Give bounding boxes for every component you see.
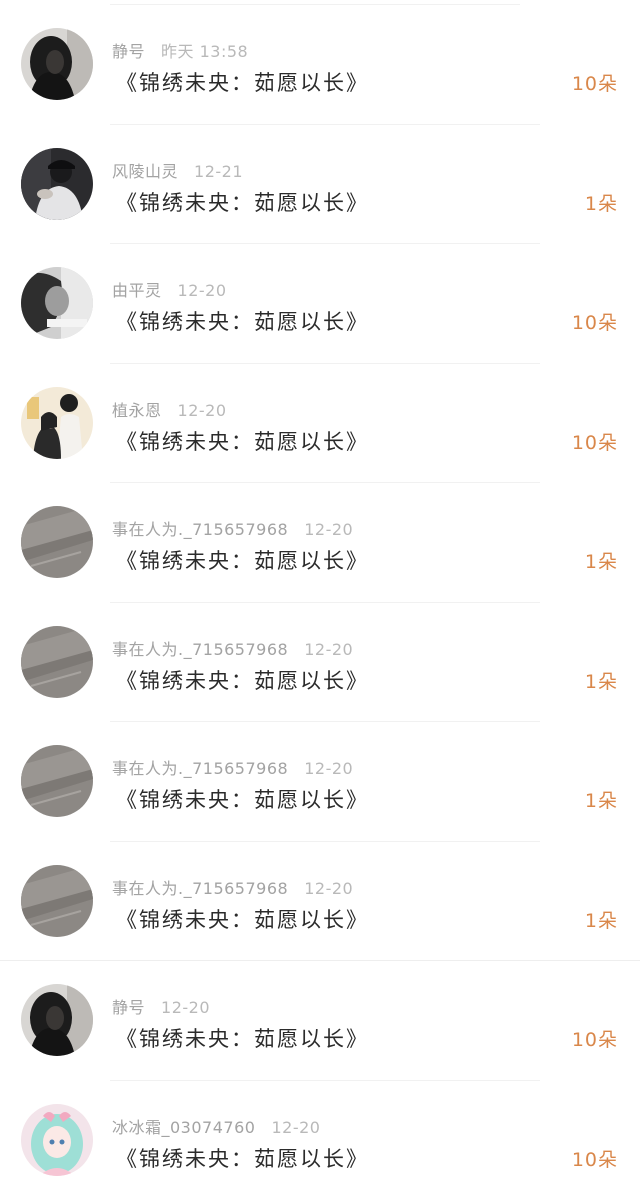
dark-hair-portrait-avatar[interactable] — [21, 984, 93, 1056]
timestamp: 12-20 — [304, 520, 353, 539]
username[interactable]: 植永恩 — [112, 401, 162, 420]
row-meta: 静号 12-20 — [112, 994, 210, 1018]
username[interactable]: 风陵山灵 — [112, 162, 178, 181]
username[interactable]: 事在人为._715657968 — [112, 879, 288, 898]
timestamp: 12-20 — [304, 879, 353, 898]
flower-count: 1朵 — [585, 189, 618, 216]
work-title[interactable]: 《锦绣未央：茹愿以长》 — [116, 1023, 369, 1053]
row-meta: 事在人为._715657968 12-20 — [112, 516, 353, 540]
username[interactable]: 静号 — [112, 998, 145, 1017]
work-title[interactable]: 《锦绣未央：茹愿以长》 — [116, 545, 369, 575]
username[interactable]: 事在人为._715657968 — [112, 640, 288, 659]
timestamp: 12-21 — [194, 162, 243, 181]
list-item[interactable]: 事在人为._715657968 12-20 《锦绣未央：茹愿以长》 1朵 — [0, 483, 640, 603]
flower-count: 1朵 — [585, 786, 618, 813]
username[interactable]: 冰冰霜_03074760 — [112, 1118, 255, 1137]
username[interactable]: 事在人为._715657968 — [112, 520, 288, 539]
illustrated-couple-avatar[interactable] — [21, 387, 93, 459]
timestamp: 12-20 — [271, 1118, 320, 1137]
work-title[interactable]: 《锦绣未央：茹愿以长》 — [116, 187, 369, 217]
list-item[interactable]: 由平灵 12-20 《锦绣未央：茹愿以长》 10朵 — [0, 244, 640, 364]
work-title[interactable]: 《锦绣未央：茹愿以长》 — [116, 784, 369, 814]
work-title[interactable]: 《锦绣未央：茹愿以长》 — [116, 306, 369, 336]
timestamp: 昨天 13:58 — [161, 42, 248, 61]
flower-count: 1朵 — [585, 547, 618, 574]
list-item[interactable]: 静号 12-20 《锦绣未央：茹愿以长》 10朵 — [0, 961, 640, 1081]
gray-texture-avatar[interactable] — [21, 865, 93, 937]
timestamp: 12-20 — [304, 759, 353, 778]
username[interactable]: 由平灵 — [112, 281, 162, 300]
list-item[interactable]: 静号昨天 13:58 《锦绣未央：茹愿以长》 10朵 — [0, 5, 640, 125]
work-title[interactable]: 《锦绣未央：茹愿以长》 — [116, 426, 369, 456]
work-title[interactable]: 《锦绣未央：茹愿以长》 — [116, 904, 369, 934]
work-title[interactable]: 《锦绣未央：茹愿以长》 — [116, 1143, 369, 1173]
anime-girl-avatar[interactable] — [21, 1104, 93, 1176]
row-meta: 事在人为._715657968 12-20 — [112, 755, 353, 779]
username[interactable]: 静号 — [112, 42, 145, 61]
row-meta: 植永恩 12-20 — [112, 397, 227, 421]
list-item[interactable]: 事在人为._715657968 12-20 《锦绣未央：茹愿以长》 1朵 — [0, 603, 640, 723]
list-item[interactable]: 植永恩 12-20 《锦绣未央：茹愿以长》 10朵 — [0, 364, 640, 484]
person-with-cap-avatar[interactable] — [21, 148, 93, 220]
gray-texture-avatar[interactable] — [21, 626, 93, 698]
grayscale-portrait-avatar[interactable] — [21, 267, 93, 339]
timestamp: 12-20 — [178, 281, 227, 300]
flower-count: 10朵 — [572, 308, 618, 335]
flower-count: 1朵 — [585, 906, 618, 933]
row-meta: 冰冰霜_03074760 12-20 — [112, 1114, 320, 1138]
flower-count: 10朵 — [572, 428, 618, 455]
dark-hair-portrait-avatar[interactable] — [21, 28, 93, 100]
gray-texture-avatar[interactable] — [21, 745, 93, 817]
list-item[interactable]: 风陵山灵 12-21 《锦绣未央：茹愿以长》 1朵 — [0, 125, 640, 245]
row-meta: 事在人为._715657968 12-20 — [112, 875, 353, 899]
list-item[interactable]: 事在人为._715657968 12-20 《锦绣未央：茹愿以长》 1朵 — [0, 842, 640, 962]
timestamp: 12-20 — [178, 401, 227, 420]
list-item[interactable]: 冰冰霜_03074760 12-20 《锦绣未央：茹愿以长》 10朵 — [0, 1081, 640, 1200]
flower-count: 10朵 — [572, 69, 618, 96]
row-meta: 由平灵 12-20 — [112, 277, 227, 301]
work-title[interactable]: 《锦绣未央：茹愿以长》 — [116, 67, 369, 97]
row-meta: 事在人为._715657968 12-20 — [112, 636, 353, 660]
gift-record-list: 静号昨天 13:58 《锦绣未央：茹愿以长》 10朵 风陵山灵12-21 《锦绣… — [0, 5, 640, 1200]
flower-count: 10朵 — [572, 1145, 618, 1172]
work-title[interactable]: 《锦绣未央：茹愿以长》 — [116, 665, 369, 695]
row-meta: 风陵山灵 12-21 — [112, 158, 243, 182]
username[interactable]: 事在人为._715657968 — [112, 759, 288, 778]
timestamp: 12-20 — [161, 998, 210, 1017]
row-meta: 静号昨天 13:58 — [112, 38, 248, 62]
flower-count: 10朵 — [572, 1025, 618, 1052]
list-item[interactable]: 事在人为._715657968 12-20 《锦绣未央：茹愿以长》 1朵 — [0, 722, 640, 842]
gray-texture-avatar[interactable] — [21, 506, 93, 578]
timestamp: 12-20 — [304, 640, 353, 659]
flower-count: 1朵 — [585, 667, 618, 694]
